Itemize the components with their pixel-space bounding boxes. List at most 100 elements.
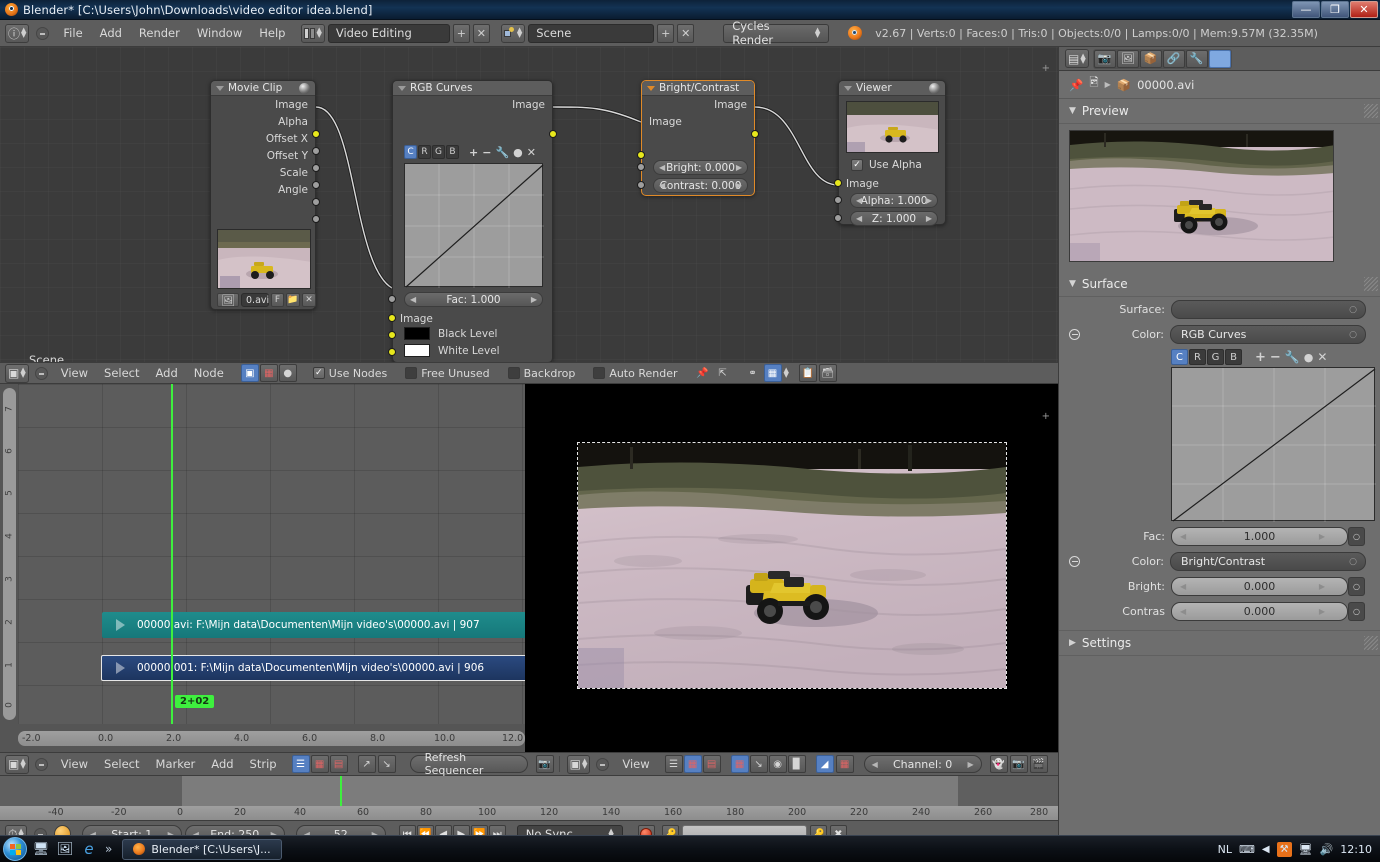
color2-value-field[interactable]: Bright/Contrast ○ [1170,552,1366,571]
collapse-menu-button[interactable] [36,26,50,40]
fac-slider[interactable]: ◀ 1.000 ▶ ○ [1171,527,1365,546]
section-preview-header[interactable]: ▼ Preview [1059,99,1380,124]
go-parent-icon[interactable]: ⇱ [714,364,732,382]
seq-menu-add[interactable]: Add [204,757,240,771]
ghost-icon[interactable]: 👻 [989,755,1008,773]
socket-fac-in[interactable] [388,295,396,303]
socket-white-level-in[interactable] [388,348,396,356]
node-viewer[interactable]: Viewer ✓ Use Alpha Image ◀ Alpha: 1.000 … [834,80,946,226]
white-level-row[interactable]: White Level [404,344,500,357]
menu-file[interactable]: File [56,26,89,40]
maximize-button[interactable]: ❐ [1321,1,1349,18]
scene-tab-icon[interactable]: 🖼 [1116,49,1139,68]
shader-tree-icon[interactable]: ▣ [240,364,259,382]
sequencer-preview-icon[interactable]: ▤ [702,755,721,773]
bright-slider[interactable]: ◀ 0.000 ▶ ○ [1171,577,1365,596]
socket-scale-out[interactable] [312,198,320,206]
wrench-icon[interactable]: 🔧 [1285,350,1300,364]
keyboard-icon[interactable]: ⌨ [1239,843,1255,856]
chevron-left-icon[interactable]: ◀ [1262,844,1270,855]
curve-channel-g[interactable]: G [1207,349,1224,365]
socket-image-in[interactable] [637,151,645,159]
menu-add[interactable]: Add [93,26,129,40]
node-header[interactable]: RGB Curves [393,81,552,96]
scene-browse-icon-group[interactable]: ▲ ▼ [500,23,526,43]
browse-clip-icon[interactable]: 🖼 [217,293,239,307]
collapse-triangle-icon[interactable] [216,85,224,91]
black-level-row[interactable]: Black Level [404,327,497,340]
render-tab-icon[interactable]: 📷 [1093,49,1116,68]
checkbox-icon[interactable] [405,367,418,379]
resize-grip[interactable] [1364,104,1378,118]
free-unused-toggle[interactable]: Free Unused [401,367,493,380]
paste-icon[interactable]: 🗃 [818,364,837,382]
node-header[interactable]: Movie Clip [211,81,315,96]
show-desktop-icon[interactable]: 🖥 [31,839,51,859]
add-point-icon[interactable]: + [1255,350,1266,365]
animate-property-icon[interactable]: ○ [1348,602,1365,621]
socket-alpha-in[interactable] [834,196,842,204]
preview-icon[interactable]: ▦ [683,755,702,773]
collapse-triangle-icon[interactable] [647,85,655,91]
node-header[interactable]: Viewer [839,81,945,96]
section-surface-header[interactable]: ▼ Surface [1059,272,1380,297]
section-settings-header[interactable]: ▶ Settings [1059,630,1380,656]
collapse-menu-button-2[interactable] [596,757,610,771]
pin-icon[interactable]: 📌 [1069,78,1083,92]
fake-user-button[interactable]: F [271,293,284,307]
socket-black-level-in[interactable] [388,331,396,339]
socket-image-in[interactable] [388,314,396,322]
close-button[interactable]: ✕ [1350,1,1378,18]
render-display-icon[interactable]: 📷 [535,755,554,773]
preview-view-mode-group[interactable]: ☰ ▦ ▤ [664,755,721,773]
unlink-clip-icon[interactable]: ✕ [302,293,316,307]
clock[interactable]: 12:10 [1340,843,1372,856]
checkbox-icon[interactable] [507,367,520,379]
seq-menu-select[interactable]: Select [97,757,146,771]
proxy-icon[interactable]: ▦ [835,755,854,773]
curve-channel-c[interactable]: C [1171,349,1188,365]
sequencer-timeline[interactable]: 7 6 5 4 3 2 1 0 00000.avi: F:\Mijn data\… [0,384,525,752]
socket-image-out[interactable] [312,130,320,138]
checkbox-icon[interactable]: ✓ [851,159,863,171]
checkbox-icon[interactable] [593,367,606,379]
collapse-menu-button[interactable] [34,366,48,380]
table-row[interactable]: 00000.001: F:\Mijn data\Documenten\Mijn … [101,655,525,681]
animate-property-icon[interactable]: ○ [1348,527,1365,546]
checkbox-icon[interactable]: ✓ [312,367,325,379]
curve-channel-buttons[interactable]: C R G B + − 🔧 ● ✕ [1171,349,1372,365]
contrast-slider[interactable]: ◀ 0.000 ▶ ○ [1171,602,1365,621]
socket-bright-in[interactable] [637,163,645,171]
channel-axis[interactable]: 7 6 5 4 3 2 1 0 [3,388,16,720]
copy-icon[interactable]: 📋 [798,364,817,382]
material-tab-icon[interactable] [1208,49,1231,68]
language-indicator[interactable]: NL [1218,843,1232,856]
use-alpha-toggle[interactable]: ✓ Use Alpha [851,159,922,171]
properties-editor[interactable]: ▤ ▲ ▼ 📷 🖼 📦 🔗 🔧 📌 🖻 ▶ 📦 00000.avi ▼ Prev… [1058,47,1380,835]
contrast-slider[interactable]: ◀ Contrast: 0.000 ▶ [653,178,748,193]
node-datablock-row[interactable]: 🖼 0.avi F 📁 ✕ [217,293,316,307]
node-rgb-curves[interactable]: RGB Curves Image C R G B + − 🔧 ● ✕ ◀ Fac… [388,80,557,362]
collapse-minus-icon[interactable] [1069,329,1080,340]
delete-scene-button[interactable]: ✕ [677,23,695,43]
curve-channel-c[interactable]: C [404,145,417,159]
curve-widget[interactable] [1171,367,1376,522]
chevron-updown-icon[interactable]: ▲ ▼ [784,367,789,379]
seq-menu-marker[interactable]: Marker [149,757,203,771]
object-tab-icon[interactable]: 📦 [1139,49,1162,68]
modifier-tab-icon[interactable]: 🔧 [1185,49,1208,68]
curve-channel-buttons[interactable]: C R G B + − 🔧 ● ✕ [404,145,536,159]
menu-help[interactable]: Help [252,26,292,40]
add-layout-button[interactable]: + [452,23,470,43]
socket-contrast-in[interactable] [637,181,645,189]
auto-snap-icon[interactable]: ↘ [377,755,396,773]
alpha-slider[interactable]: ◀ Alpha: 1.000 ▶ [850,193,938,208]
clip-name-field[interactable]: 0.avi [241,293,269,307]
remove-point-icon[interactable]: − [482,146,491,159]
display-channel-group[interactable]: ▦ ↘ ◉ ▉ [730,755,806,773]
reset-curve-icon[interactable]: ✕ [527,146,536,159]
constraint-tab-icon[interactable]: 🔗 [1162,49,1185,68]
timeline-ruler[interactable]: -40 -20 0 20 40 60 80 100 120 140 160 18… [0,806,1058,820]
render-icon[interactable]: 📷 [1009,755,1028,773]
browse-material-icon[interactable]: 🖻 [1089,75,1098,94]
